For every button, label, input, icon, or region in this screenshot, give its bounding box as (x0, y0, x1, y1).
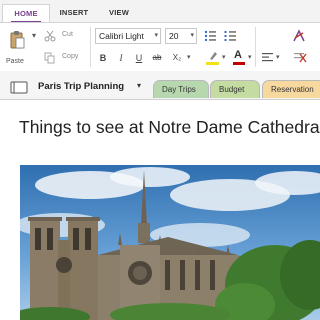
page-title-text: Things to see at Notre Dame Cathedral (19, 117, 320, 137)
tab-view[interactable]: VIEW (100, 4, 138, 22)
bold-button[interactable]: B (96, 51, 110, 65)
strikethrough-button[interactable]: ab (150, 51, 164, 65)
copy-label: Copy (62, 53, 79, 60)
chevron-down-icon: ▾ (137, 81, 142, 90)
ribbon-home: Paste ▾ Cut Copy Calibri Light ▾ 20 ▾ B … (0, 22, 320, 72)
font-size-value: 20 (169, 31, 179, 41)
section-tab-label: Reservation (271, 85, 314, 94)
paste-button[interactable]: Paste (6, 27, 28, 67)
notebook-picker[interactable]: Paris Trip Planning ▾ (10, 79, 142, 95)
notebook-icon (10, 81, 28, 94)
highlight-button[interactable] (205, 50, 221, 66)
ribbon-separator (255, 27, 256, 67)
clipboard-icon (10, 31, 25, 49)
font-color-swatch (233, 62, 245, 65)
chevron-down-icon[interactable]: ▾ (276, 53, 280, 61)
copy-icon (44, 52, 55, 64)
chevron-down-icon[interactable]: ▾ (187, 53, 191, 61)
paste-label: Paste (6, 58, 24, 65)
italic-button[interactable]: I (114, 51, 128, 65)
chevron-down-icon[interactable]: ▾ (248, 53, 252, 61)
cathedral-image (20, 165, 320, 320)
paste-dropdown-arrow[interactable]: ▾ (32, 31, 36, 40)
copy-button[interactable]: Copy (44, 51, 84, 65)
section-tab-day-trips[interactable]: Day Trips (153, 80, 209, 98)
clear-formatting-icon[interactable] (292, 29, 306, 43)
chevron-down-icon[interactable]: ▾ (222, 53, 226, 61)
clear-all-icon[interactable] (294, 51, 307, 63)
bullet-list-icon[interactable] (204, 30, 217, 42)
section-tab-reservation[interactable]: Reservation (262, 80, 320, 98)
underline-button[interactable]: U (132, 51, 146, 65)
cut-button[interactable]: Cut (44, 29, 84, 43)
font-family-select[interactable]: Calibri Light ▾ (95, 28, 161, 44)
chevron-down-icon: ▾ (154, 32, 158, 39)
tab-home[interactable]: HOME (2, 4, 50, 23)
align-left-icon[interactable] (262, 52, 274, 63)
section-tab-budget[interactable]: Budget (210, 80, 260, 98)
highlighter-icon (210, 52, 217, 60)
ribbon-tab-bar: HOME INSERT VIEW (0, 0, 320, 23)
notebook-name: Paris Trip Planning (38, 81, 125, 92)
chevron-down-icon: ▾ (190, 32, 194, 39)
page-title[interactable]: Things to see at Notre Dame Cathedral (19, 117, 320, 138)
numbered-list-icon[interactable] (224, 30, 237, 42)
font-family-value: Calibri Light (99, 31, 144, 41)
notebook-bar: Paris Trip Planning ▾ Day Trips Budget R… (0, 71, 320, 100)
font-size-select[interactable]: 20 ▾ (165, 28, 197, 44)
highlight-color-swatch (206, 62, 219, 65)
font-color-button[interactable]: A (232, 49, 246, 66)
section-tab-label: Budget (219, 85, 245, 94)
scissors-icon (44, 30, 56, 42)
tab-insert[interactable]: INSERT (52, 4, 96, 22)
cut-label: Cut (62, 31, 73, 38)
subscript-button[interactable]: X₂ (168, 51, 186, 65)
section-tab-label: Day Trips (162, 85, 196, 94)
notre-dame-photo[interactable] (20, 165, 320, 320)
font-color-icon: A (234, 49, 242, 61)
ribbon-separator (90, 27, 91, 67)
